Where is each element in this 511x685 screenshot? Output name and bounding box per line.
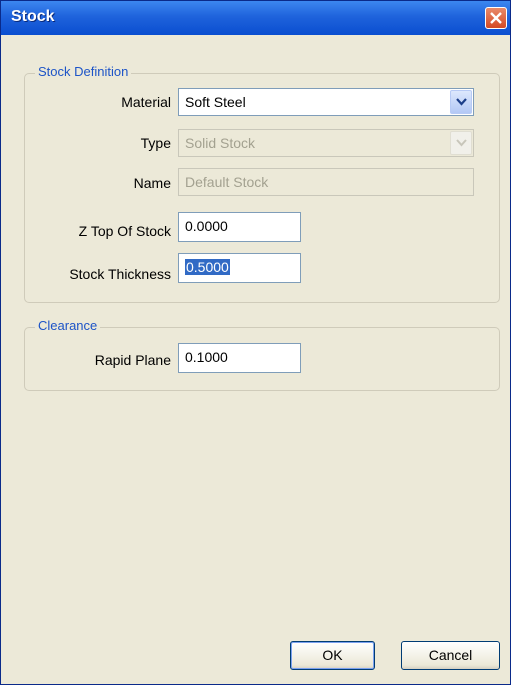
stock-thickness-value: 0.5000 bbox=[185, 259, 230, 275]
ok-button[interactable]: OK bbox=[290, 641, 375, 670]
material-dropdown-button[interactable] bbox=[450, 90, 472, 114]
stock-thickness-label: Stock Thickness bbox=[69, 266, 171, 282]
window-title: Stock bbox=[11, 8, 55, 25]
close-button[interactable] bbox=[485, 7, 507, 29]
type-value: Solid Stock bbox=[185, 135, 256, 151]
z-top-label: Z Top Of Stock bbox=[78, 223, 171, 239]
z-top-input[interactable]: 0.0000 bbox=[178, 212, 301, 242]
type-dropdown-button bbox=[450, 131, 472, 155]
name-value: Default Stock bbox=[185, 174, 269, 190]
name-label: Name bbox=[133, 175, 171, 191]
chevron-down-icon bbox=[456, 139, 467, 147]
cancel-button[interactable]: Cancel bbox=[401, 641, 500, 670]
name-field: Default Stock bbox=[178, 168, 474, 196]
z-top-value: 0.0000 bbox=[185, 218, 228, 234]
title-bar[interactable]: Stock bbox=[1, 1, 510, 35]
type-dropdown: Solid Stock bbox=[178, 129, 474, 157]
rapid-plane-label: Rapid Plane bbox=[94, 352, 171, 368]
material-label: Material bbox=[121, 94, 171, 110]
stock-thickness-input[interactable]: 0.5000 bbox=[178, 253, 301, 283]
close-icon bbox=[490, 12, 502, 24]
clearance-legend: Clearance bbox=[35, 318, 101, 333]
chevron-down-icon bbox=[456, 98, 467, 106]
stock-dialog: Stock Stock Definition Material Soft Ste… bbox=[0, 0, 511, 685]
type-label: Type bbox=[140, 135, 171, 151]
material-value: Soft Steel bbox=[185, 94, 246, 110]
rapid-plane-value: 0.1000 bbox=[185, 349, 228, 365]
material-dropdown[interactable]: Soft Steel bbox=[178, 88, 474, 116]
stock-definition-legend: Stock Definition bbox=[35, 64, 132, 79]
rapid-plane-input[interactable]: 0.1000 bbox=[178, 343, 301, 373]
